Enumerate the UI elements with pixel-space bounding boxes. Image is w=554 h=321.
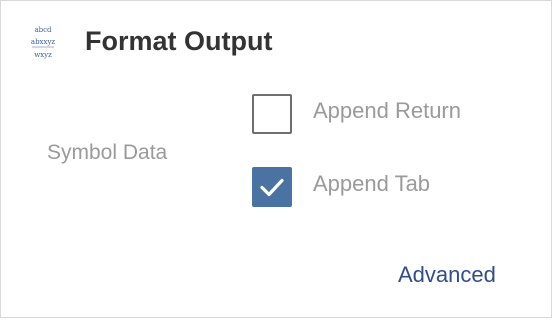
append-tab-option[interactable]: Append Tab (252, 167, 532, 207)
panel-header: abcd abxxyz wxyz Format Output (1, 1, 551, 79)
svg-text:wxyz: wxyz (34, 51, 52, 59)
advanced-link[interactable]: Advanced (398, 262, 496, 288)
format-output-panel: abcd abxxyz wxyz Format Output Symbol Da… (0, 0, 552, 318)
svg-text:abxxyz: abxxyz (31, 38, 56, 46)
panel-title: Format Output (85, 26, 273, 56)
format-output-icon: abcd abxxyz wxyz (23, 23, 63, 61)
append-return-checkbox[interactable] (252, 94, 292, 134)
append-tab-label: Append Tab (313, 171, 431, 196)
checkmark-icon (260, 178, 284, 197)
svg-text:abcd: abcd (34, 26, 52, 34)
symbol-data-label: Symbol Data (47, 141, 168, 164)
append-return-option[interactable]: Append Return (252, 94, 532, 134)
append-tab-checkbox[interactable] (252, 167, 292, 207)
append-return-label: Append Return (313, 98, 461, 123)
